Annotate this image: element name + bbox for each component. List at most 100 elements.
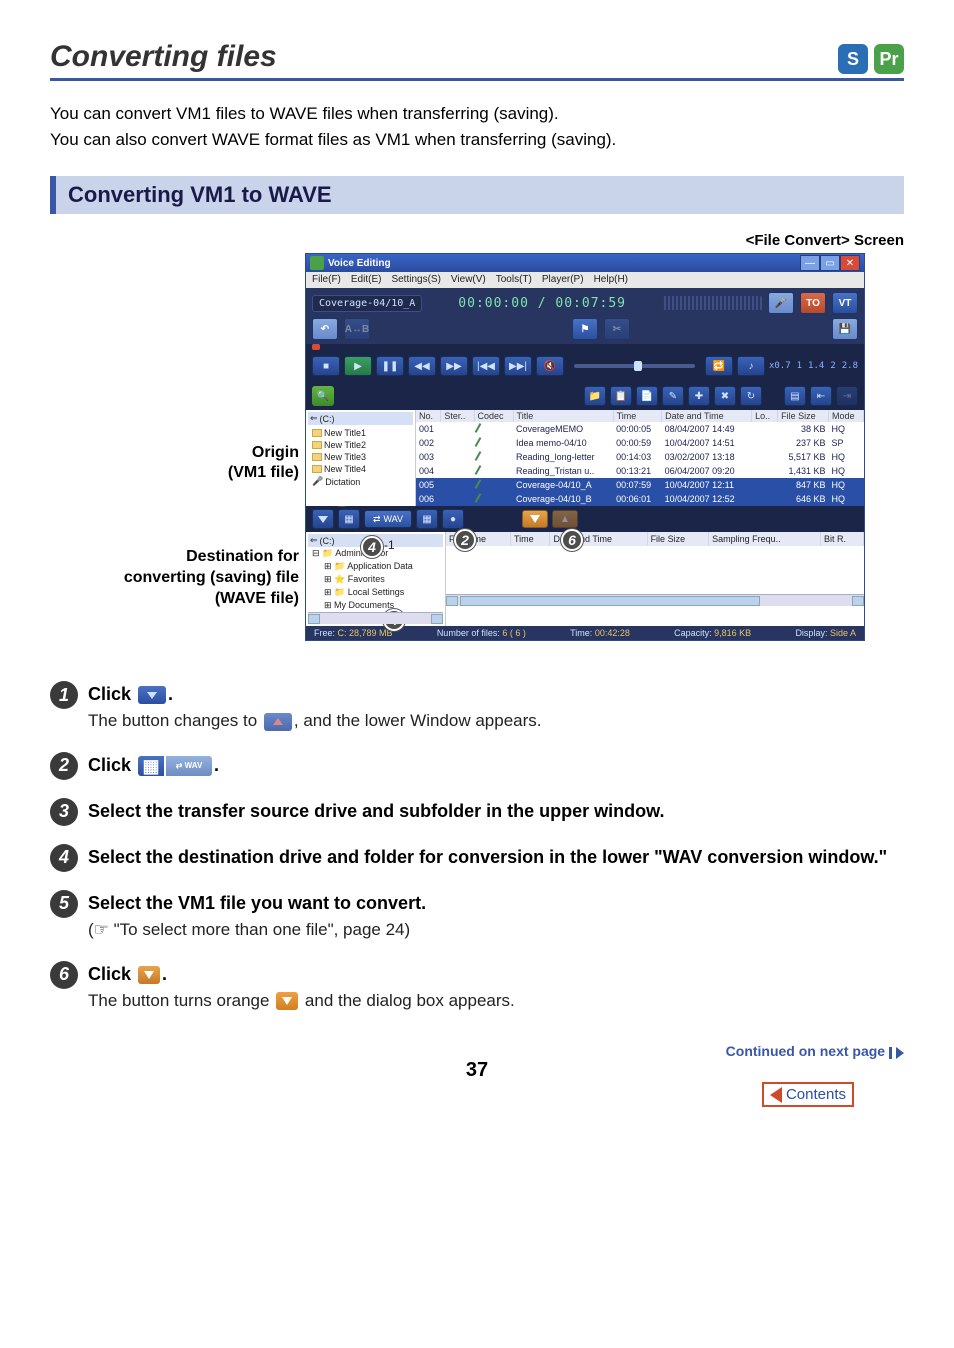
step-number: 1 (50, 681, 78, 709)
maximize-button[interactable]: ▭ (820, 255, 840, 271)
volume-slider[interactable] (574, 364, 695, 368)
pointing-hand-icon: ☞ (94, 918, 109, 943)
step-number: 3 (50, 798, 78, 826)
rewind-button[interactable]: ◀◀ (408, 356, 436, 376)
header-bar: Converting files S Pr (50, 40, 904, 81)
tool-paste[interactable]: 📄 (636, 386, 658, 406)
wav-combo-icon: ▦⇄ WAV (138, 756, 212, 776)
menu-help[interactable]: Help(H) (594, 274, 628, 286)
step-number: 5 (50, 890, 78, 918)
callout-4a: 4 (361, 536, 383, 558)
step-number: 4 (50, 844, 78, 872)
play-button[interactable]: ▶ (344, 356, 372, 376)
current-file-chip: Coverage-04/10_A (312, 295, 422, 312)
forward-button[interactable]: ▶▶ (440, 356, 468, 376)
search-button[interactable]: 🔍 (312, 386, 334, 406)
tool-view[interactable]: ▤ (784, 386, 806, 406)
table-row[interactable]: 006Coverage-04/10_B00:06:0110/04/2007 12… (416, 492, 864, 506)
close-button[interactable]: ✕ (840, 255, 860, 271)
lower-file-list[interactable]: Filename Time Date and Time File Size Sa… (446, 532, 864, 626)
step-number: 2 (50, 752, 78, 780)
speaker-button[interactable]: 🔇 (536, 356, 564, 376)
page-number: 37 (50, 1059, 904, 1082)
app-window: 3 -1 3 -2 1 5 2 4 -1 6 4 -2 Voice Editin… (305, 253, 865, 641)
player-controls: ■ ▶ ❚❚ ◀◀ ▶▶ |◀◀ ▶▶| 🔇 🔁 ♪ x0.711.422.8 (306, 350, 864, 382)
convert-down-button[interactable] (522, 510, 548, 528)
step-body: Select the transfer source drive and sub… (88, 798, 904, 824)
tool-delete[interactable]: ✖ (714, 386, 736, 406)
menu-file[interactable]: File(F) (312, 274, 341, 286)
convert-arrow-orange-icon (276, 992, 298, 1010)
wav-tool-5[interactable]: ● (442, 509, 464, 529)
upper-tree[interactable]: ⇐ (C:) New Title1 New Title2 New Title3 … (306, 410, 416, 506)
badge-pr-icon: Pr (874, 44, 904, 74)
step-body: Select the destination drive and folder … (88, 844, 904, 870)
wav-tool-2[interactable]: ▦ (338, 509, 360, 529)
step-body: Click .The button turns orange and the d… (88, 961, 904, 1014)
undo-button[interactable]: ↶ (312, 318, 338, 340)
section-title: Converting VM1 to WAVE (50, 176, 904, 214)
tool-rename[interactable]: ✎ (662, 386, 684, 406)
skip-fwd-button[interactable]: ▶▶| (504, 356, 532, 376)
cut-button[interactable]: ✂ (604, 318, 630, 340)
ab-button[interactable]: A↔B (344, 318, 370, 340)
tree-item: 🎤Dictation (312, 475, 413, 488)
table-row[interactable]: 005Coverage-04/10_A00:07:5910/04/2007 12… (416, 478, 864, 492)
lower-list-scroll[interactable] (446, 594, 864, 606)
menu-bar[interactable]: File(F) Edit(E) Settings(S) View(V) Tool… (306, 272, 864, 288)
step-3: 3 Select the transfer source drive and su… (50, 798, 904, 826)
sound-button[interactable]: ♪ (737, 356, 765, 376)
time-display: 00:00:00 / 00:07:59 (428, 296, 656, 311)
wav-tool-4[interactable]: ▦ (416, 509, 438, 529)
steps-list: 1Click .The button changes to , and the … (50, 681, 904, 1013)
lower-tree-scroll[interactable] (308, 612, 443, 624)
intro-line-1: You can convert VM1 files to WAVE files … (50, 101, 904, 127)
step-number: 6 (50, 961, 78, 989)
level-meter (662, 296, 762, 310)
menu-view[interactable]: View(V) (451, 274, 486, 286)
window-titlebar[interactable]: Voice Editing — ▭ ✕ (306, 254, 864, 272)
tool-new[interactable]: ✚ (688, 386, 710, 406)
step-1: 1Click .The button changes to , and the … (50, 681, 904, 734)
mic-button[interactable]: 🎤 (768, 292, 794, 314)
toggle-lower-button[interactable] (312, 509, 334, 529)
tool-refresh[interactable]: ↻ (740, 386, 762, 406)
tree-item: New Title3 (312, 451, 413, 463)
file-strip: Coverage-04/10_A 00:00:00 / 00:07:59 🎤 T… (306, 288, 864, 318)
window-title: Voice Editing (328, 258, 391, 269)
tool-newfolder[interactable]: 📁 (584, 386, 606, 406)
contents-button[interactable]: Contents (762, 1082, 854, 1107)
step-4: 4 Select the destination drive and folder… (50, 844, 904, 872)
convert-up-button[interactable]: ▲ (552, 510, 578, 528)
speed-scale: x0.711.422.8 (769, 361, 858, 371)
repeat-button[interactable]: 🔁 (705, 356, 733, 376)
tool-export[interactable]: ⇥ (836, 386, 858, 406)
table-row[interactable]: 004Reading_Tristan u..00:13:2106/04/2007… (416, 464, 864, 478)
stop-button[interactable]: ■ (312, 356, 340, 376)
menu-settings[interactable]: Settings(S) (391, 274, 440, 286)
wav-mode-button[interactable]: ⇄WAV (364, 510, 412, 528)
record-button[interactable]: TO (800, 292, 826, 314)
minimize-button[interactable]: — (800, 255, 820, 271)
skip-back-button[interactable]: |◀◀ (472, 356, 500, 376)
table-row[interactable]: 001CoverageMEMO00:00:0508/04/2007 14:493… (416, 422, 864, 436)
wav-toolbar: ▦ ⇄WAV ▦ ● ▲ (306, 506, 864, 532)
flag-button[interactable]: ⚑ (572, 318, 598, 340)
vt-button[interactable]: VT (832, 292, 858, 314)
table-row[interactable]: 003Reading_long-letter00:14:0303/02/2007… (416, 450, 864, 464)
menu-edit[interactable]: Edit(E) (351, 274, 382, 286)
table-row[interactable]: 002Idea memo-04/1000:00:5910/04/2007 14:… (416, 436, 864, 450)
tool-import[interactable]: ⇤ (810, 386, 832, 406)
disk-button[interactable]: 💾 (832, 318, 858, 340)
menu-tools[interactable]: Tools(T) (496, 274, 532, 286)
edit-strip: ↶ A↔B ⚑ ✂ 💾 (306, 318, 864, 344)
upper-file-list[interactable]: No. Ster.. Codec Title Time Date and Tim… (416, 410, 864, 506)
pause-button[interactable]: ❚❚ (376, 356, 404, 376)
callout-2: 2 (454, 529, 476, 551)
tree-item: New Title4 (312, 463, 413, 475)
tool-copy[interactable]: 📋 (610, 386, 632, 406)
menu-player[interactable]: Player(P) (542, 274, 584, 286)
step-5: 5Select the VM1 file you want to convert… (50, 890, 904, 943)
upper-pane: ⇐ (C:) New Title1 New Title2 New Title3 … (306, 410, 864, 506)
step-6: 6 Click .The button turns orange and the … (50, 961, 904, 1014)
